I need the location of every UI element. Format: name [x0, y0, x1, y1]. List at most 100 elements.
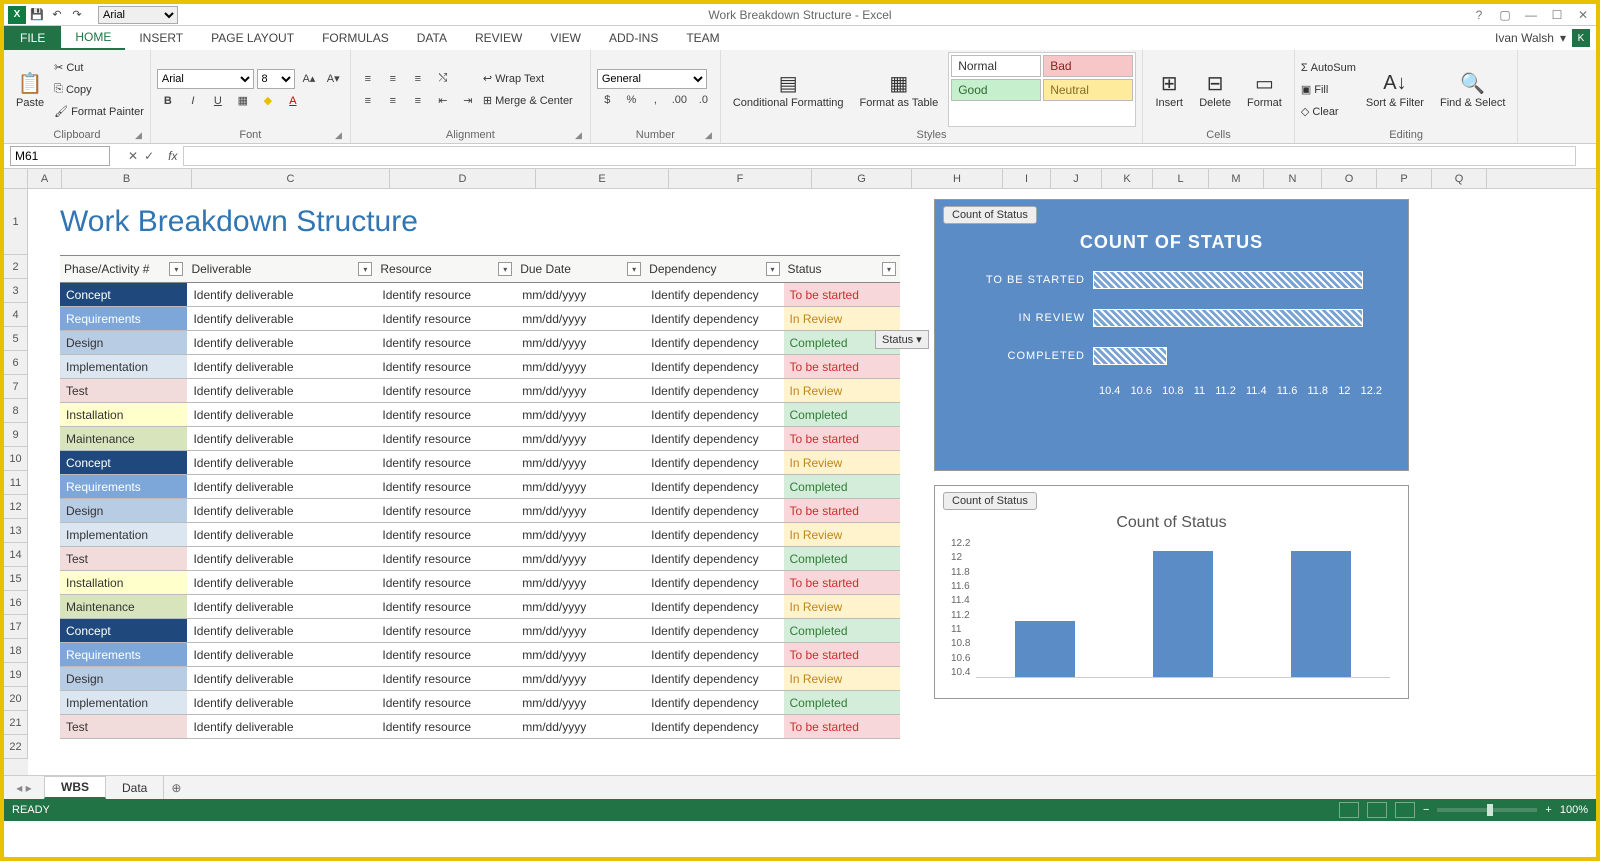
dialog-launcher-icon[interactable]: ◢: [135, 130, 142, 141]
table-row[interactable]: RequirementsIdentify deliverableIdentify…: [60, 475, 900, 499]
table-header[interactable]: Dependency▾: [645, 256, 783, 283]
table-row[interactable]: MaintenanceIdentify deliverableIdentify …: [60, 427, 900, 451]
row-header[interactable]: 2: [4, 255, 28, 279]
row-header[interactable]: 6: [4, 351, 28, 375]
cell-styles-gallery[interactable]: Normal Bad Good Neutral: [948, 52, 1136, 127]
col-header[interactable]: F: [669, 169, 812, 188]
col-header[interactable]: O: [1322, 169, 1377, 188]
formula-bar[interactable]: [183, 146, 1576, 166]
increase-indent-icon[interactable]: ⇥: [457, 91, 479, 111]
table-row[interactable]: RequirementsIdentify deliverableIdentify…: [60, 643, 900, 667]
copy-button[interactable]: ⎘Copy: [54, 79, 144, 101]
style-neutral[interactable]: Neutral: [1043, 79, 1133, 101]
save-icon[interactable]: 💾: [28, 6, 46, 24]
col-header[interactable]: A: [28, 169, 62, 188]
currency-icon[interactable]: $: [597, 90, 618, 110]
tab-formulas[interactable]: FORMULAS: [308, 26, 403, 50]
user-area[interactable]: Ivan Walsh ▾ K: [1495, 26, 1590, 50]
fx-icon[interactable]: fx: [168, 149, 177, 163]
enter-formula-icon[interactable]: ✓: [144, 149, 154, 163]
col-header[interactable]: Q: [1432, 169, 1487, 188]
tab-file[interactable]: FILE: [4, 26, 61, 50]
row-header[interactable]: 4: [4, 303, 28, 327]
tab-add-ins[interactable]: ADD-INS: [595, 26, 672, 50]
table-row[interactable]: MaintenanceIdentify deliverableIdentify …: [60, 595, 900, 619]
dialog-launcher-icon[interactable]: ◢: [575, 130, 582, 141]
wrap-text-button[interactable]: ↩Wrap Text: [483, 68, 573, 90]
select-all-corner[interactable]: [4, 169, 28, 188]
close-icon[interactable]: ✕: [1574, 8, 1592, 22]
increase-font-icon[interactable]: A▴: [298, 69, 319, 89]
col-header[interactable]: E: [536, 169, 669, 188]
row-header[interactable]: 12: [4, 495, 28, 519]
row-header[interactable]: 17: [4, 615, 28, 639]
format-as-table-button[interactable]: ▦Format as Table: [854, 52, 945, 127]
tab-insert[interactable]: INSERT: [125, 26, 197, 50]
align-top-icon[interactable]: ≡: [357, 69, 379, 89]
table-row[interactable]: ConceptIdentify deliverableIdentify reso…: [60, 619, 900, 643]
row-header[interactable]: 7: [4, 375, 28, 399]
zoom-in-icon[interactable]: +: [1545, 804, 1551, 816]
orientation-icon[interactable]: ⤭: [432, 69, 454, 89]
filter-icon[interactable]: ▾: [882, 262, 896, 276]
table-row[interactable]: InstallationIdentify deliverableIdentify…: [60, 403, 900, 427]
row-header[interactable]: 11: [4, 471, 28, 495]
row-header[interactable]: 18: [4, 639, 28, 663]
maximize-icon[interactable]: ☐: [1548, 8, 1566, 22]
font-family-select[interactable]: Arial: [157, 69, 254, 89]
style-normal[interactable]: Normal: [951, 55, 1041, 77]
style-bad[interactable]: Bad: [1043, 55, 1133, 77]
table-row[interactable]: DesignIdentify deliverableIdentify resou…: [60, 499, 900, 523]
border-button[interactable]: ▦: [232, 91, 254, 111]
table-row[interactable]: ConceptIdentify deliverableIdentify reso…: [60, 283, 900, 307]
table-row[interactable]: ImplementationIdentify deliverableIdenti…: [60, 523, 900, 547]
merge-center-button[interactable]: ⊞Merge & Center: [483, 90, 573, 112]
comma-icon[interactable]: ,: [645, 90, 666, 110]
table-header[interactable]: Due Date▾: [516, 256, 645, 283]
add-sheet-button[interactable]: ⊕: [164, 776, 188, 799]
percent-icon[interactable]: %: [621, 90, 642, 110]
underline-button[interactable]: U: [207, 91, 229, 111]
row-header[interactable]: 13: [4, 519, 28, 543]
col-header[interactable]: M: [1209, 169, 1264, 188]
sort-filter-button[interactable]: A↓Sort & Filter: [1360, 52, 1430, 127]
format-painter-button[interactable]: 🖌Format Painter: [54, 101, 144, 123]
filter-icon[interactable]: ▾: [766, 262, 780, 276]
bold-button[interactable]: B: [157, 91, 179, 111]
table-header[interactable]: Status▾: [784, 256, 901, 283]
row-header[interactable]: 14: [4, 543, 28, 567]
tab-page-layout[interactable]: PAGE LAYOUT: [197, 26, 308, 50]
tab-review[interactable]: REVIEW: [461, 26, 536, 50]
minimize-icon[interactable]: —: [1522, 8, 1540, 22]
tab-view[interactable]: VIEW: [536, 26, 595, 50]
col-header[interactable]: P: [1377, 169, 1432, 188]
tab-data[interactable]: DATA: [403, 26, 461, 50]
page-break-view-icon[interactable]: [1395, 802, 1415, 818]
clear-button[interactable]: ◇Clear: [1301, 101, 1356, 123]
col-header[interactable]: B: [62, 169, 192, 188]
table-row[interactable]: ImplementationIdentify deliverableIdenti…: [60, 691, 900, 715]
table-header[interactable]: Phase/Activity #▾: [60, 256, 187, 283]
col-header[interactable]: N: [1264, 169, 1322, 188]
table-row[interactable]: TestIdentify deliverableIdentify resourc…: [60, 715, 900, 739]
table-header[interactable]: Resource▾: [376, 256, 516, 283]
cut-button[interactable]: ✂Cut: [54, 57, 144, 79]
fill-button[interactable]: ▣Fill: [1301, 79, 1356, 101]
font-size-select[interactable]: 8: [257, 69, 296, 89]
dialog-launcher-icon[interactable]: ◢: [335, 130, 342, 141]
row-header[interactable]: 21: [4, 711, 28, 735]
table-row[interactable]: TestIdentify deliverableIdentify resourc…: [60, 379, 900, 403]
ribbon-options-icon[interactable]: ▢: [1496, 8, 1514, 22]
table-row[interactable]: TestIdentify deliverableIdentify resourc…: [60, 547, 900, 571]
sheet-nav[interactable]: ◂ ▸: [4, 776, 44, 799]
fill-color-button[interactable]: ◆: [257, 91, 279, 111]
filter-icon[interactable]: ▾: [169, 262, 183, 276]
zoom-out-icon[interactable]: −: [1423, 804, 1429, 816]
row-header[interactable]: 19: [4, 663, 28, 687]
find-select-button[interactable]: 🔍Find & Select: [1434, 52, 1511, 127]
col-header[interactable]: D: [390, 169, 536, 188]
conditional-formatting-button[interactable]: ▤Conditional Formatting: [727, 52, 850, 127]
row-header[interactable]: 20: [4, 687, 28, 711]
font-color-button[interactable]: A: [282, 91, 304, 111]
table-row[interactable]: DesignIdentify deliverableIdentify resou…: [60, 331, 900, 355]
